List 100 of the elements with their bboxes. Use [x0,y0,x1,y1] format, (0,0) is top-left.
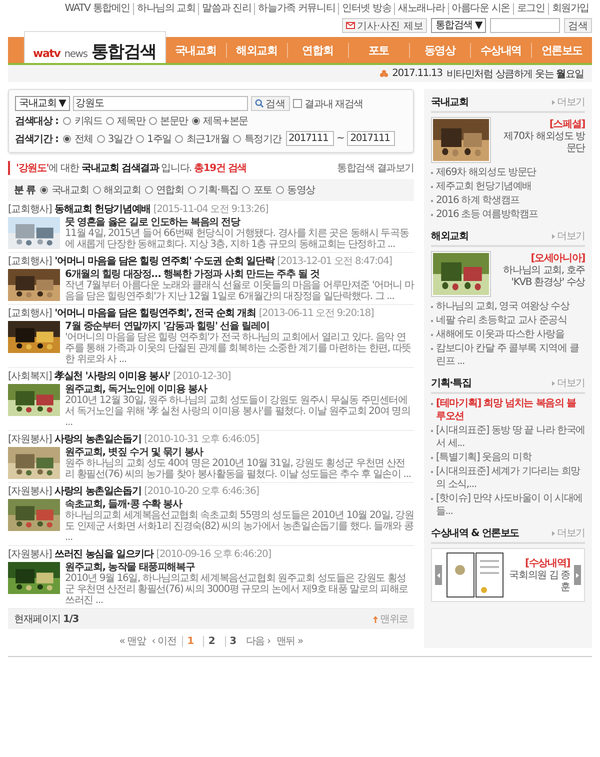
news-link[interactable]: 네팔 슈리 초등학교 교사 준공식 [436,314,567,327]
date-field[interactable]: 2017111 [347,131,396,146]
radio-button[interactable] [233,134,242,142]
section-title: 기획·특집 [431,377,472,390]
radio-button[interactable] [92,186,101,194]
result-headline[interactable]: 원주교회, 농작물 태풍피해복구 [65,562,414,573]
radio-button[interactable] [149,117,158,125]
radio-label[interactable]: 본문만 [160,114,188,128]
feature-title[interactable]: 하나님의 교회, 호주 'KVB 환경상' 수상 [495,265,585,289]
checkbox-label[interactable]: 결과내 재검색 [304,96,363,110]
radio-button[interactable] [242,186,250,194]
prev-page-link[interactable]: ‹ 이전 [152,634,176,648]
top-link[interactable]: 회원가입 [548,3,592,15]
radio-button[interactable] [63,117,72,125]
result-headline[interactable]: 원주교회, 볏짚 수거 및 묶기 봉사 [65,447,414,458]
all-results-link[interactable]: 통합검색 결과보기 [337,161,414,175]
radio-label[interactable]: 3일간 [108,132,132,146]
radio-label[interactable]: 최근1개월 [186,132,230,146]
range-separator: ~ [336,133,344,144]
result-date: [2010-09-16 오후 6:46:20] [156,549,271,561]
result-title[interactable]: 사랑의 농촌일손돕기 [54,434,142,446]
result-title[interactable]: 사랑의 농촌일손돕기 [54,486,142,498]
radio-button[interactable] [276,186,284,194]
radio-label[interactable]: 국내교회 [51,183,89,197]
radio-label[interactable]: 특정기간 [244,132,282,146]
radio-button[interactable] [63,134,72,142]
top-link[interactable]: 하나님의 교회 [132,3,198,15]
news-link[interactable]: [시대의표준] 세계가 기다리는 희망의 소식,... [436,465,585,491]
news-link[interactable]: 2016 하계 학생캠프 [436,194,520,207]
search-button[interactable]: 검색 [250,96,290,111]
prev-button[interactable] [435,565,442,585]
radio-button[interactable] [144,186,153,194]
last-page-link[interactable]: 맨뒤 » [276,634,303,648]
top-link[interactable]: 인터넷 방송 [338,3,394,15]
radio-button[interactable] [106,117,114,125]
radio-label[interactable]: 해외교회 [104,183,141,197]
news-link[interactable]: [특별기획] 웃음의 미학 [436,451,532,464]
radio-button[interactable] [136,134,144,142]
section-title: 해외교회 [431,230,468,243]
top-link[interactable]: 새노래나라 [394,3,448,15]
checkbox[interactable] [292,99,302,108]
feature-title[interactable]: 국회의원 김 종 훈 [508,570,570,594]
result-headline[interactable]: 원주교회, 독거노인에 이미용 봉사 [65,384,414,395]
first-page-link[interactable]: « 맨앞 [119,634,146,648]
top-link[interactable]: 아름다운 시온 [448,3,513,15]
result-title[interactable]: 쓰러진 농심을 일으키다 [54,549,154,561]
radio-label[interactable]: 1주일 [147,132,172,146]
result-title[interactable]: 孝실천 '사랑의 이미용 봉사' [54,371,170,383]
radio-button[interactable] [192,117,200,125]
radio-button[interactable] [188,186,196,194]
chevron-icon [552,234,556,238]
radio-button[interactable] [175,134,184,142]
logo-title: 통합검색 [91,41,157,63]
top-link[interactable]: 하늘가족 커뮤니티 [254,3,338,15]
radio-label[interactable]: 키워드 [74,114,102,128]
result-headline[interactable]: 속초교회, 들깨·콩 수확 봉사 [65,499,414,510]
report-button[interactable]: 기사·사진 제보 [342,18,428,33]
logo-brand: watv [33,47,60,60]
query-field[interactable]: 강원도 [72,96,248,111]
radio-label[interactable]: 제목+본문 [203,114,248,128]
category-select[interactable]: 국내교회 ▼ [15,96,70,111]
news-link[interactable]: [시대의표준] 동방 땅 끝 나라 한국에서 세... [436,424,585,450]
feature-tag: [수상내역] [508,556,570,570]
feature-tag: [오세아니아] [495,251,585,265]
radio-label[interactable]: 포토 [253,183,272,197]
radio-label[interactable]: 동영상 [287,183,315,197]
scope-select[interactable]: 통합검색 ▼ [431,18,486,33]
news-link[interactable]: 제69차 해외성도 방문단 [436,166,536,179]
radio-label[interactable]: 제목만 [117,114,146,128]
result-title[interactable]: '어머니 마음을 담은 힐링연주회', 전국 순회 개최 [54,308,256,320]
radio-label[interactable]: 기획·특집 [198,183,238,197]
news-link[interactable]: 새해에도 이웃과 따스한 사랑을 [436,328,564,341]
news-link[interactable]: 하나님의 교회, 영국 여왕상 수상 [436,300,570,313]
radio-button[interactable] [96,134,105,142]
search-button[interactable]: 검색 [564,18,592,33]
feature-title[interactable]: 제70차 해외성도 방문단 [495,131,585,155]
greeting-text: 비타민처럼 상큼하게 웃는 월요일 [446,68,584,80]
radio-label[interactable]: 전체 [74,132,93,146]
result-title[interactable]: '어머니 마음을 담은 힐링 연주회' 수도권 순회 일단락 [54,256,274,268]
news-link[interactable]: 제주교회 헌당기념예배 [436,180,532,193]
top-link[interactable]: WATV 통합메인 [62,3,133,15]
news-link[interactable]: [핫이슈] 만약 사도바울이 이 시대에 들... [436,492,585,518]
result-headline[interactable]: 7월 중순부터 연말까지 '감동과 힐링' 선율 릴레이 [65,321,414,332]
news-link[interactable]: 2016 초등 여름방학캠프 [436,208,538,221]
result-date: [2013-06-11 오전 9:20:18] [258,308,374,320]
top-link[interactable]: 말씀과 진리 [198,3,254,15]
radio-button[interactable] [40,186,48,194]
next-button[interactable] [574,565,581,585]
radio-label[interactable]: 연합회 [156,183,184,197]
top-link[interactable]: 로그인 [512,3,548,15]
page-link[interactable]: 2 [203,636,219,646]
result-headline[interactable]: 6개월의 힐링 대장정… 행복한 가정과 사회 만드는 주추 될 것 [65,269,414,280]
result-headline[interactable]: 뭇 영혼을 옳은 길로 인도하는 복음의 전당 [65,217,414,228]
page-link[interactable]: 3 [224,636,240,646]
news-link[interactable]: [테마기획] 희망 넘치는 복음의 블루오션 [436,397,585,423]
date-field[interactable]: 2017111 [286,131,334,146]
news-link[interactable]: 캄보디아 칸달 주 콜부록 지역에 클린프 ... [436,342,585,368]
result-title[interactable]: 동해교회 헌당기념예배 [54,204,150,216]
next-page-link[interactable]: 다음 › [246,634,270,648]
search-field[interactable] [490,18,560,33]
